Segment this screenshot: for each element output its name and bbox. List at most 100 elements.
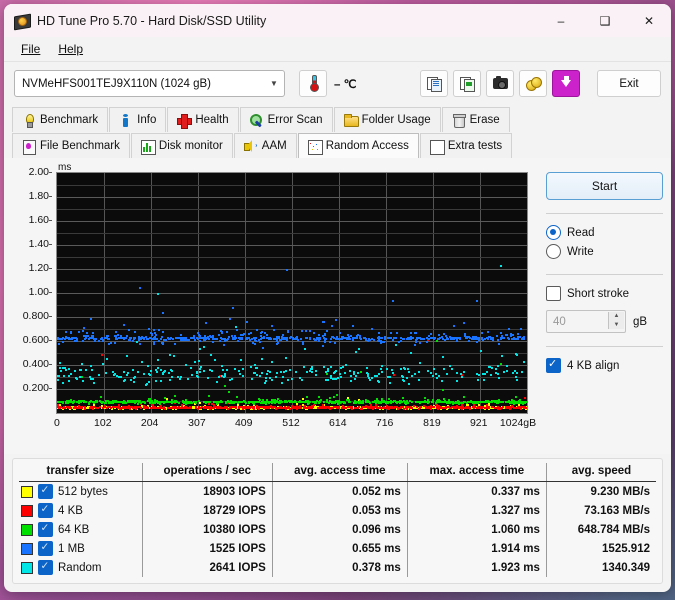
- tab-folder-usage[interactable]: Folder Usage: [333, 107, 441, 132]
- tab-erase-label: Erase: [469, 114, 500, 126]
- series-checkbox[interactable]: [38, 483, 53, 499]
- copy-text-button[interactable]: [420, 70, 448, 97]
- short-stroke-unit: gB: [633, 315, 648, 328]
- data-point: [380, 341, 383, 344]
- data-point: [351, 337, 354, 340]
- data-point: [406, 367, 409, 370]
- tab-health[interactable]: Health: [167, 107, 239, 132]
- data-point: [332, 395, 335, 398]
- series-checkbox[interactable]: [38, 540, 53, 556]
- data-point: [331, 378, 334, 381]
- tab-erase[interactable]: Erase: [441, 107, 510, 132]
- data-point: [418, 362, 421, 365]
- data-point: [403, 338, 406, 341]
- series-checkbox[interactable]: [38, 559, 53, 575]
- spinner-down-icon[interactable]: ▼: [609, 320, 624, 329]
- data-point: [162, 312, 165, 315]
- data-point: [309, 330, 312, 333]
- data-point: [249, 401, 252, 404]
- tab-error-scan[interactable]: Error Scan: [239, 107, 333, 132]
- close-button[interactable]: ✕: [627, 4, 671, 37]
- data-point: [242, 368, 245, 371]
- data-point: [514, 370, 517, 373]
- data-point: [263, 382, 266, 385]
- checkbox-short-stroke[interactable]: Short stroke: [546, 284, 663, 303]
- data-point: [68, 406, 71, 409]
- screenshot-button[interactable]: [486, 70, 514, 97]
- data-point: [286, 268, 289, 271]
- data-point: [286, 330, 289, 333]
- data-point: [198, 401, 201, 404]
- tab-extra-tests[interactable]: Extra tests: [419, 133, 513, 158]
- data-point: [225, 407, 228, 410]
- data-point: [136, 406, 139, 409]
- short-stroke-stepper[interactable]: 40 ▲ ▼: [546, 310, 626, 333]
- data-point: [202, 401, 205, 404]
- cell-max-access-time: 0.337 ms: [406, 481, 547, 501]
- tab-row-2: File Benchmark Disk monitor AAM Random A…: [12, 133, 663, 158]
- menu-file[interactable]: File: [12, 40, 49, 58]
- checkbox-4kb-align[interactable]: 4 KB align: [546, 356, 663, 375]
- data-point: [97, 374, 100, 377]
- data-point: [119, 407, 122, 410]
- maximize-button[interactable]: ❑: [583, 4, 627, 37]
- data-point: [290, 401, 293, 404]
- drive-select[interactable]: NVMeHFS001TEJ9X110N (1024 gB) ▼: [14, 70, 285, 97]
- radio-read[interactable]: Read: [546, 223, 663, 242]
- copy-image-button[interactable]: [453, 70, 481, 97]
- tab-file-benchmark[interactable]: File Benchmark: [12, 133, 130, 158]
- temperature-button[interactable]: [299, 70, 327, 97]
- series-checkbox[interactable]: [38, 521, 53, 537]
- data-point: [253, 371, 256, 374]
- data-point: [344, 363, 347, 366]
- x-axis-tick-label: 819: [423, 417, 441, 429]
- data-point: [298, 406, 301, 409]
- data-point: [99, 401, 102, 404]
- data-point: [392, 338, 395, 341]
- data-point: [521, 371, 524, 374]
- spinner-up-icon[interactable]: ▲: [609, 312, 624, 321]
- data-point: [434, 336, 437, 339]
- exit-button[interactable]: Exit: [597, 70, 661, 97]
- data-point: [279, 401, 282, 404]
- data-point: [182, 406, 185, 409]
- data-point: [334, 401, 337, 404]
- data-point: [302, 365, 305, 368]
- data-point: [70, 330, 73, 333]
- results-table-container: transfer size operations / sec avg. acce…: [12, 458, 663, 584]
- data-point: [511, 372, 514, 375]
- table-row: Random 2641 IOPS0.378 ms1.923 ms1340.349: [19, 558, 656, 577]
- data-point: [90, 317, 93, 320]
- data-point: [388, 406, 391, 409]
- data-point: [110, 342, 113, 345]
- data-point: [468, 407, 471, 410]
- data-point: [178, 402, 181, 405]
- data-point: [142, 336, 145, 339]
- data-point: [433, 368, 436, 371]
- tab-disk-monitor[interactable]: Disk monitor: [130, 133, 233, 158]
- tab-aam[interactable]: AAM: [233, 133, 297, 158]
- data-point: [338, 331, 341, 334]
- data-point: [380, 371, 383, 374]
- tab-random-access[interactable]: Random Access: [297, 133, 419, 158]
- radio-write[interactable]: Write: [546, 242, 663, 261]
- data-point: [388, 382, 391, 385]
- data-point: [224, 375, 227, 378]
- data-point: [58, 343, 61, 346]
- series-checkbox[interactable]: [38, 502, 53, 518]
- data-point: [122, 371, 125, 374]
- minimize-button[interactable]: –: [539, 4, 583, 37]
- data-point: [354, 406, 357, 409]
- data-point: [57, 379, 60, 382]
- data-point: [215, 338, 218, 341]
- donate-button[interactable]: [519, 70, 547, 97]
- tab-benchmark[interactable]: Benchmark: [12, 107, 109, 132]
- tab-info[interactable]: Info: [109, 107, 167, 132]
- data-point: [476, 341, 479, 344]
- download-button[interactable]: [552, 70, 580, 97]
- start-button[interactable]: Start: [546, 172, 663, 200]
- data-point: [344, 371, 347, 374]
- menu-help[interactable]: Help: [49, 40, 92, 58]
- grid-line-horizontal: [57, 221, 527, 222]
- data-point: [138, 287, 141, 290]
